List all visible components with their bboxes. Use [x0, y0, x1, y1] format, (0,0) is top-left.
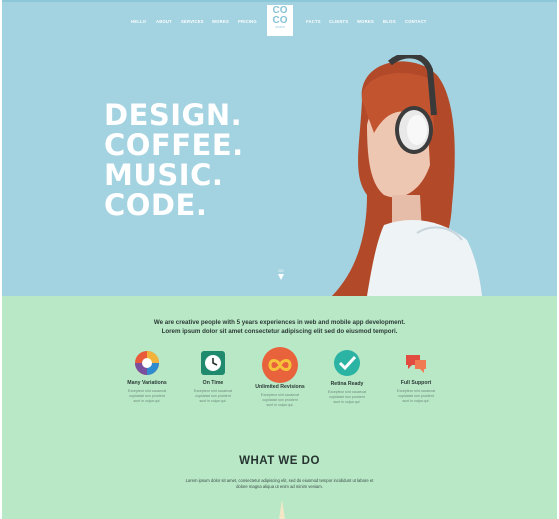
intro-line-2: Lorem ipsum dolor sit amet consectetur a… [161, 328, 398, 335]
nav-item-contact[interactable]: CONTACT [405, 19, 427, 24]
hero-section: HELLO ABOUT SERVICES WORKS PRICING FACTS… [2, 0, 557, 296]
logo-line-3: STUDIO [275, 26, 285, 29]
what-we-do-description: Lorem ipsum dolor sit amet, consectetur … [2, 478, 557, 490]
scroll-down-button[interactable]: GO [278, 269, 284, 280]
nav-item-about[interactable]: ABOUT [156, 19, 172, 24]
page: HELLO ABOUT SERVICES WORKS PRICING FACTS… [2, 0, 557, 519]
infinity-icon [261, 346, 299, 384]
nav-item-works[interactable]: WORKS [212, 19, 229, 24]
brand-logo[interactable]: CO CO STUDIO [267, 5, 293, 36]
headline-line-1: DESIGN. [104, 98, 243, 132]
checkmark-icon [333, 349, 361, 377]
headline-line-4: CODE. [104, 188, 208, 222]
nav-item-facts[interactable]: FACTS [306, 19, 321, 24]
nav-item-hello[interactable]: HELLO [131, 19, 146, 24]
feature-title: Full Support [400, 380, 432, 386]
nav-item-services[interactable]: SERVICES [181, 19, 204, 24]
scroll-label: GO [278, 269, 284, 273]
nav-item-works-2[interactable]: WORKS [357, 19, 374, 24]
chevron-down-icon [278, 274, 284, 280]
palette-icon [134, 350, 160, 376]
what-we-do-line-2: dolore magna aliqua ut enim ad minim ven… [236, 484, 323, 489]
intro-text: We are creative people with 5 years expe… [2, 318, 557, 336]
nav-item-blog[interactable]: BLOG [383, 19, 396, 24]
pencil-icon [279, 500, 285, 519]
nav-item-pricing[interactable]: PRICING [238, 19, 257, 24]
headline-line-2: COFFEE. [104, 128, 244, 162]
feature-desc-line: sunt in culpa qui. [402, 399, 430, 403]
hero-headline: DESIGN. COFFEE. MUSIC. CODE. [104, 100, 244, 220]
clock-icon [200, 350, 226, 376]
feature-full-support: Full Support Excepteur sint occaecat cup… [370, 350, 462, 404]
nav-item-clients[interactable]: CLIENTS [329, 19, 348, 24]
intro-line-1: We are creative people with 5 years expe… [153, 319, 406, 326]
hero-woman-headphones-image [332, 55, 482, 296]
headline-line-3: MUSIC. [104, 158, 224, 192]
logo-line-1: CO [272, 5, 288, 16]
top-border [2, 0, 557, 2]
logo-line-2: CO [272, 15, 288, 26]
what-we-do-heading: WHAT WE DO [239, 455, 320, 467]
chat-bubbles-icon [403, 350, 429, 376]
feature-desc: Excepteur sint occaecat cupidatat non pr… [370, 389, 462, 404]
